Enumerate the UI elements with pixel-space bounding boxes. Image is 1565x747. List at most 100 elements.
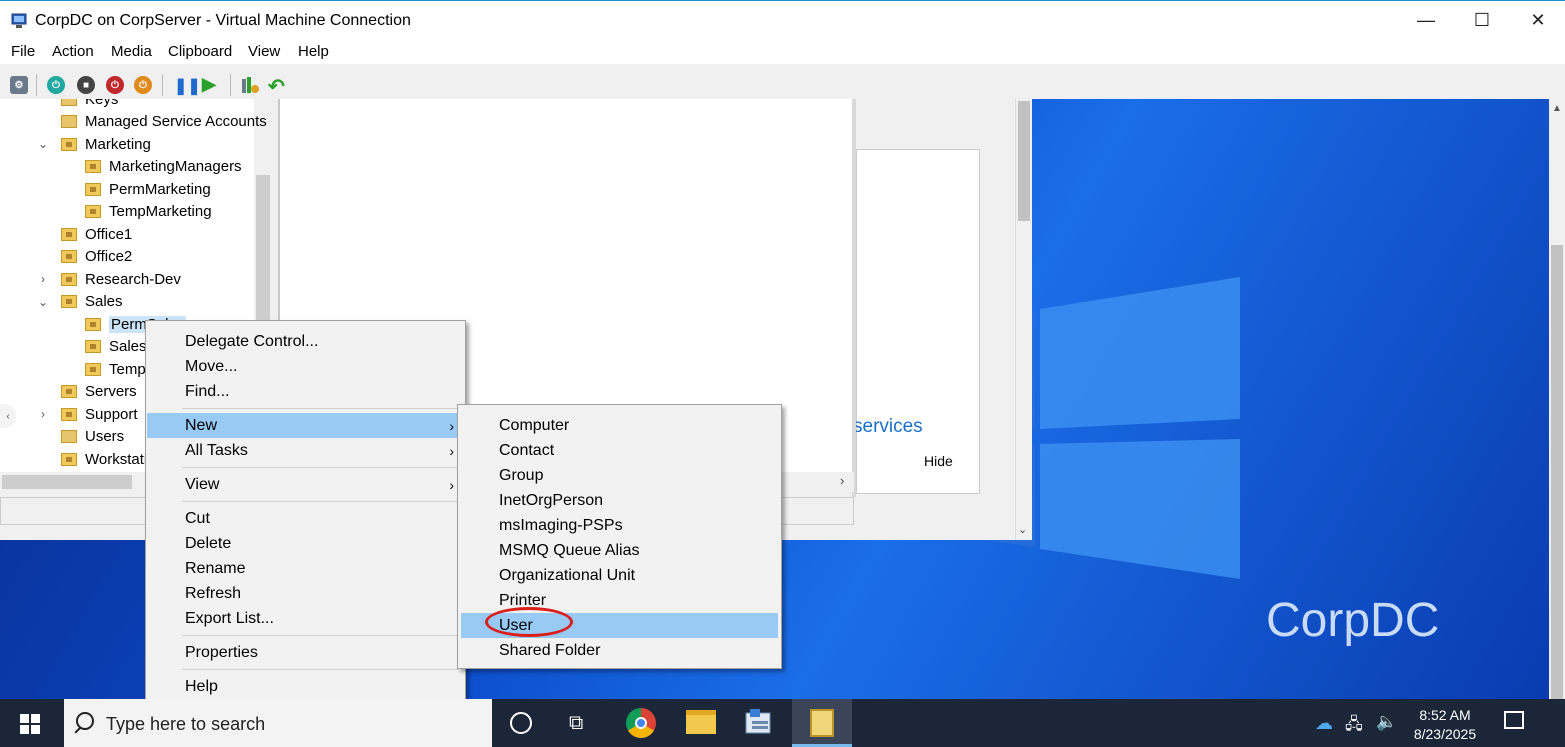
ou-icon bbox=[85, 182, 101, 196]
context-menu-item[interactable]: View › bbox=[147, 472, 464, 497]
maximize-button[interactable]: ☐ bbox=[1454, 1, 1510, 39]
menu-view[interactable]: View bbox=[248, 43, 280, 60]
vm-connection-taskbar-button[interactable] bbox=[792, 699, 852, 747]
close-button[interactable]: ✕ bbox=[1510, 1, 1565, 39]
tree-item[interactable]: Keys bbox=[37, 99, 118, 110]
new-submenu-item[interactable]: Computer bbox=[461, 413, 778, 438]
services-link[interactable]: services bbox=[853, 416, 923, 438]
menu-item-label: Contact bbox=[499, 441, 555, 459]
new-submenu-item[interactable]: Organizational Unit bbox=[461, 563, 778, 588]
menu-item-label: All Tasks bbox=[185, 441, 248, 459]
new-submenu-item[interactable]: Group bbox=[461, 463, 778, 488]
context-menu-item[interactable]: Delete bbox=[147, 531, 464, 556]
menu-item-label: Refresh bbox=[185, 584, 242, 602]
start-icon[interactable]: ⏻ bbox=[47, 76, 65, 94]
menu-action[interactable]: Action bbox=[52, 43, 94, 60]
tree-item[interactable]: TempMarketing bbox=[61, 201, 212, 223]
tree-item-label: Research-Dev bbox=[85, 270, 181, 288]
expand-chevron-icon[interactable]: ⌄ bbox=[37, 295, 49, 309]
hide-button[interactable]: Hide bbox=[924, 453, 953, 469]
ctrl-alt-del-icon[interactable]: ⚙ bbox=[10, 76, 28, 94]
file-explorer-icon[interactable] bbox=[686, 710, 716, 734]
new-submenu-item[interactable]: msImaging-PSPs bbox=[461, 513, 778, 538]
tree-item-label: Sales bbox=[85, 293, 123, 310]
tree-item[interactable]: ⌄ Marketing bbox=[37, 133, 151, 155]
tree-item[interactable]: ⌄ Sales bbox=[37, 291, 123, 313]
clock-time[interactable]: 8:52 AM bbox=[1412, 707, 1478, 723]
expand-chevron-icon[interactable]: ⌄ bbox=[37, 137, 49, 151]
collapse-chevron-icon[interactable]: › bbox=[37, 407, 49, 421]
tree-item-label: Keys bbox=[85, 99, 119, 108]
ou-icon bbox=[85, 205, 101, 218]
tree-item[interactable]: Servers bbox=[37, 381, 137, 403]
context-menu-item[interactable]: Help bbox=[147, 674, 464, 699]
context-menu-item[interactable]: Delegate Control... bbox=[147, 329, 464, 354]
search-placeholder: Type here to search bbox=[106, 714, 266, 734]
tree-item[interactable]: › Support bbox=[37, 403, 138, 425]
save-icon[interactable]: ⏻ bbox=[134, 76, 152, 94]
new-submenu-item[interactable]: InetOrgPerson bbox=[461, 488, 778, 513]
menu-item-label: Find... bbox=[185, 382, 230, 400]
network-icon[interactable]: 🖧 bbox=[1345, 713, 1363, 740]
turn-off-icon[interactable]: ■ bbox=[77, 76, 95, 94]
new-submenu-item[interactable]: MSMQ Queue Alias bbox=[461, 538, 778, 563]
menu-item-label: Group bbox=[499, 466, 544, 484]
context-menu-item[interactable]: Rename bbox=[147, 556, 464, 581]
task-view-icon[interactable]: ⧉ bbox=[569, 712, 583, 735]
context-menu-item[interactable]: Refresh bbox=[147, 581, 464, 606]
new-submenu-item[interactable]: Shared Folder bbox=[461, 638, 778, 663]
folder-icon bbox=[61, 430, 77, 443]
tree-item[interactable]: Office2 bbox=[37, 246, 132, 268]
chrome-icon[interactable] bbox=[626, 708, 656, 738]
clock-date[interactable]: 8/23/2025 bbox=[1404, 726, 1486, 742]
ou-icon bbox=[61, 452, 77, 466]
tree-item[interactable]: › Research-Dev bbox=[37, 268, 181, 290]
server-manager-icon[interactable] bbox=[744, 707, 776, 739]
submenu-arrow-icon: › bbox=[449, 476, 454, 493]
new-submenu-item[interactable]: Contact bbox=[461, 438, 778, 463]
tree-item[interactable]: Office1 bbox=[37, 223, 132, 245]
menu-help[interactable]: Help bbox=[298, 43, 329, 60]
notifications-icon[interactable] bbox=[1504, 711, 1524, 729]
menu-item-label: Shared Folder bbox=[499, 641, 601, 659]
resume-icon[interactable]: ▶ bbox=[202, 74, 220, 94]
menu-item-label: Computer bbox=[499, 416, 570, 434]
tree-item[interactable]: MarketingManagers bbox=[61, 156, 242, 178]
context-menu-item[interactable]: Move... bbox=[147, 354, 464, 379]
tree-item-label: Office1 bbox=[85, 225, 133, 243]
context-menu-item[interactable]: Cut bbox=[147, 506, 464, 531]
collapse-chevron-icon[interactable]: › bbox=[37, 272, 49, 286]
cortana-icon[interactable] bbox=[510, 712, 532, 734]
menu-item-label: New bbox=[185, 416, 218, 434]
revert-icon[interactable]: ↶ bbox=[268, 74, 288, 98]
tree-item-label: Managed Service Accounts bbox=[85, 113, 267, 130]
server-manager-scrollbar[interactable]: ⌄ bbox=[1015, 99, 1032, 540]
tree-item[interactable]: PermMarketing bbox=[61, 178, 211, 200]
tree-item[interactable]: Managed Service Accounts bbox=[37, 111, 267, 133]
scroll-right-icon[interactable]: › bbox=[840, 473, 844, 488]
vm-vertical-scrollbar[interactable]: ▲ bbox=[1549, 99, 1565, 699]
minimize-button[interactable]: — bbox=[1398, 1, 1454, 39]
pause-icon[interactable]: ❚❚ bbox=[174, 76, 201, 95]
volume-icon[interactable]: 🔈 bbox=[1376, 712, 1397, 732]
submenu-arrow-icon: › bbox=[449, 442, 454, 459]
tree-item-label: Office2 bbox=[85, 248, 133, 265]
context-menu-item[interactable]: Export List... bbox=[147, 606, 464, 631]
menu-clipboard[interactable]: Clipboard bbox=[168, 43, 232, 60]
tree-item[interactable]: Users bbox=[37, 426, 124, 448]
context-menu: Delegate Control... Move... Find... New › All… bbox=[145, 320, 466, 703]
context-menu-item[interactable]: All Tasks › bbox=[147, 438, 464, 463]
context-menu-item[interactable]: New › bbox=[147, 413, 464, 438]
taskbar-search-box[interactable]: Type here to search bbox=[64, 699, 492, 747]
checkpoint-icon[interactable] bbox=[240, 75, 260, 95]
toolbar-separator bbox=[230, 74, 231, 96]
menu-item-label: msImaging-PSPs bbox=[499, 516, 623, 534]
menu-media[interactable]: Media bbox=[111, 43, 152, 60]
menu-item-label: Properties bbox=[185, 643, 258, 661]
context-menu-item[interactable]: Properties bbox=[147, 640, 464, 665]
onedrive-icon[interactable]: ☁ bbox=[1315, 713, 1333, 734]
shutdown-icon[interactable]: ⏻ bbox=[106, 76, 124, 94]
menu-file[interactable]: File bbox=[11, 43, 35, 60]
windows-start-icon[interactable] bbox=[20, 714, 40, 734]
context-menu-item[interactable]: Find... bbox=[147, 379, 464, 404]
